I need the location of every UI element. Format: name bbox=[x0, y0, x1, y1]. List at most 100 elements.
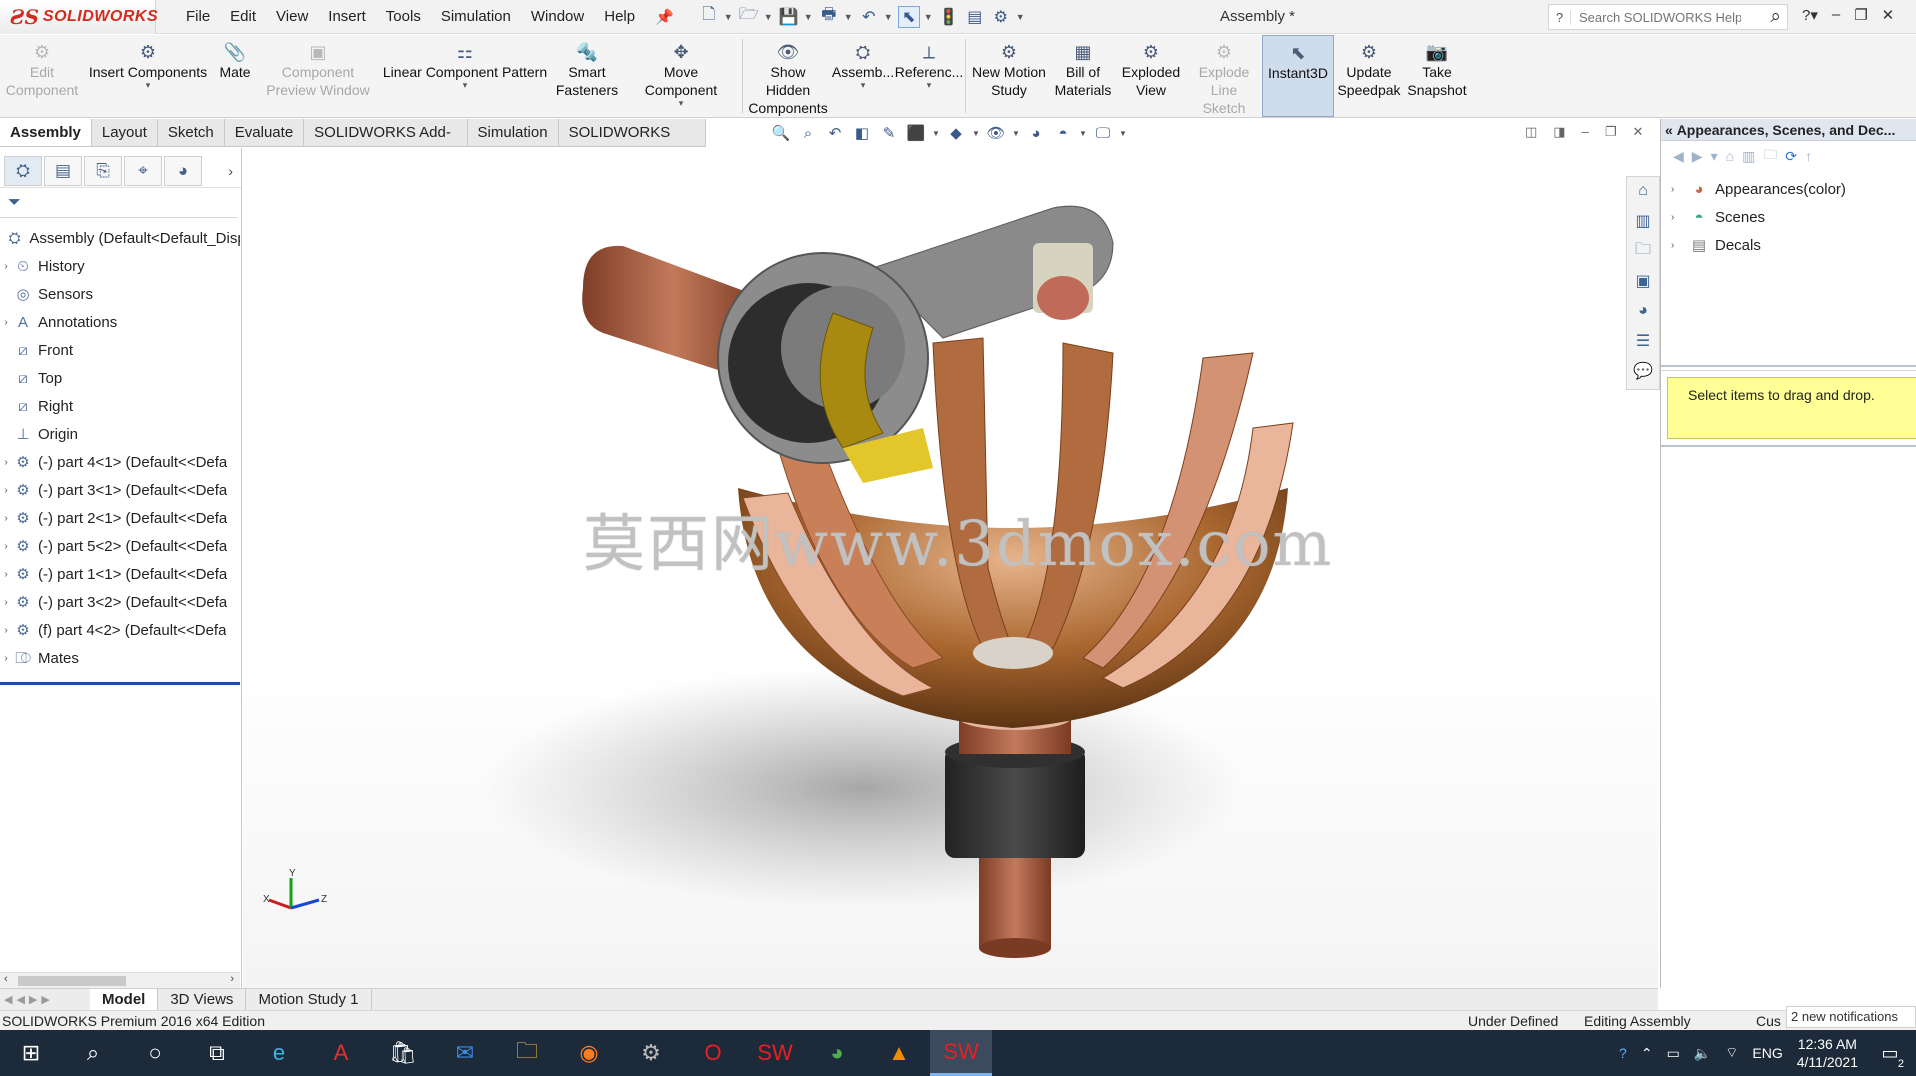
volume-icon[interactable]: 🔈 bbox=[1694, 1045, 1711, 1062]
options-dropdown-icon[interactable]: ▼ bbox=[1016, 12, 1026, 22]
open-folder-icon[interactable]: 🗁 bbox=[738, 6, 760, 28]
home-icon[interactable]: ⌂ bbox=[1726, 148, 1734, 164]
hide-show-dropdown-icon[interactable]: ▼ bbox=[1012, 129, 1020, 138]
mail-icon[interactable]: ✉ bbox=[434, 1030, 496, 1076]
file-explorer-icon[interactable]: 🗀 bbox=[1627, 237, 1659, 265]
tab-3d-views[interactable]: 3D Views bbox=[158, 989, 247, 1010]
edit-appearance-icon[interactable]: ◕ bbox=[1025, 122, 1047, 144]
search-icon[interactable]: ⌕ bbox=[1770, 6, 1787, 28]
undo-dropdown-icon[interactable]: ▼ bbox=[884, 12, 894, 22]
configuration-manager-icon[interactable]: ⎘ bbox=[84, 155, 122, 186]
acrobat-icon[interactable]: A bbox=[310, 1030, 372, 1076]
appearance-folder[interactable]: › ◕ Appearances(color) bbox=[1661, 175, 1916, 203]
insert-components-button[interactable]: ⚙ Insert Components ▾ bbox=[84, 35, 212, 117]
help-question-icon[interactable]: ? bbox=[1549, 9, 1571, 25]
tab-mbd[interactable]: SOLIDWORKS MBD bbox=[558, 119, 706, 168]
section-view-icon[interactable]: ◧ bbox=[851, 122, 873, 144]
tree-item-history[interactable]: › ⏲ History bbox=[0, 252, 240, 280]
tree-item-right-plane[interactable]: ⧄ Right bbox=[0, 392, 240, 420]
expand-arrow-icon[interactable]: › bbox=[0, 457, 12, 468]
exploded-view-button[interactable]: ⚙ Exploded View bbox=[1116, 35, 1186, 117]
action-center-icon[interactable]: ▭ 2 bbox=[1872, 1043, 1908, 1070]
linear-pattern-button[interactable]: ⚏ Linear Component Pattern ▾ bbox=[378, 35, 552, 117]
solidworks-active-icon[interactable]: SW bbox=[930, 1030, 992, 1076]
display-manager-icon[interactable]: ◕ bbox=[164, 155, 202, 186]
new-folder-icon[interactable]: 🗀 bbox=[1763, 144, 1777, 168]
history-dropdown-icon[interactable]: ▾ bbox=[1711, 148, 1718, 165]
tab-layout[interactable]: Layout bbox=[91, 119, 158, 146]
save-dropdown-icon[interactable]: ▼ bbox=[804, 12, 814, 22]
menu-file[interactable]: File bbox=[176, 8, 220, 25]
tab-evaluate[interactable]: Evaluate bbox=[224, 119, 305, 146]
menu-simulation[interactable]: Simulation bbox=[431, 8, 521, 25]
collapse-chevron-icon[interactable]: « bbox=[1665, 122, 1673, 138]
property-manager-icon[interactable]: ▤ bbox=[44, 155, 82, 186]
firefox-icon[interactable]: ◉ bbox=[558, 1030, 620, 1076]
decals-folder[interactable]: › ▤ Decals bbox=[1661, 231, 1916, 259]
help-tray-icon[interactable]: ? bbox=[1619, 1045, 1627, 1061]
assembly-features-button[interactable]: ⛭ Assemb... ▾ bbox=[831, 35, 895, 117]
tree-item-annotations[interactable]: › A Annotations bbox=[0, 308, 240, 336]
home-icon[interactable]: ⌂ bbox=[1627, 177, 1659, 205]
menu-help[interactable]: Help bbox=[594, 8, 645, 25]
add-folder-icon[interactable]: ▥ bbox=[1742, 148, 1755, 165]
linear-pattern-dropdown-icon[interactable]: ▾ bbox=[463, 81, 468, 90]
expand-arrow-icon[interactable]: › bbox=[0, 513, 12, 524]
mate-button[interactable]: 📎 Mate bbox=[212, 35, 258, 117]
tab-navigation-arrows[interactable]: ◀◀▶▶ bbox=[0, 993, 90, 1006]
menu-insert[interactable]: Insert bbox=[318, 8, 376, 25]
wifi-icon[interactable]: ⌔ bbox=[1725, 1044, 1738, 1062]
dynamic-annotation-icon[interactable]: ✎ bbox=[878, 122, 900, 144]
tree-item-part[interactable]: › ⚙ (-) part 1<1> (Default<<Defa bbox=[0, 560, 240, 588]
expand-arrow-icon[interactable]: › bbox=[0, 597, 12, 608]
battery-icon[interactable]: ▭ bbox=[1667, 1045, 1680, 1062]
insert-components-dropdown-icon[interactable]: ▾ bbox=[146, 81, 151, 90]
tree-item-mates[interactable]: › ⎄ Mates bbox=[0, 644, 240, 672]
tree-item-part[interactable]: › ⚙ (f) part 4<2> (Default<<Defa bbox=[0, 616, 240, 644]
clock[interactable]: 12:36 AM 4/11/2021 bbox=[1797, 1035, 1858, 1071]
take-snapshot-button[interactable]: 📷 Take Snapshot bbox=[1404, 35, 1470, 117]
display-style-icon[interactable]: ◆ bbox=[945, 122, 967, 144]
help-search-input[interactable] bbox=[1571, 9, 1741, 25]
task-view-icon[interactable]: ⧉ bbox=[186, 1030, 248, 1076]
view-settings-dropdown-icon[interactable]: ▼ bbox=[1119, 129, 1127, 138]
back-icon[interactable]: ◀ bbox=[1673, 148, 1684, 165]
close-icon[interactable]: ✕ bbox=[1882, 6, 1895, 24]
previous-view-icon[interactable]: ↶ bbox=[824, 122, 846, 144]
help-dropdown-icon[interactable]: ?▾ bbox=[1802, 6, 1818, 24]
up-icon[interactable]: ↑ bbox=[1805, 148, 1812, 164]
tree-item-part[interactable]: › ⚙ (-) part 5<2> (Default<<Defa bbox=[0, 532, 240, 560]
tree-item-part[interactable]: › ⚙ (-) part 3<1> (Default<<Defa bbox=[0, 476, 240, 504]
update-speedpak-button[interactable]: ⚙ Update Speedpak bbox=[1334, 35, 1404, 117]
expand-arrow-icon[interactable]: › bbox=[1671, 212, 1687, 223]
solidworks-taskbar-icon[interactable]: SW bbox=[744, 1030, 806, 1076]
dimxpert-icon[interactable]: ⌖ bbox=[124, 155, 162, 186]
scroll-left-icon[interactable]: ‹ bbox=[4, 973, 8, 985]
options-gear-icon[interactable]: ⚙ bbox=[990, 6, 1012, 28]
expand-arrow-icon[interactable]: › bbox=[1671, 240, 1687, 251]
chevron-up-icon[interactable]: ⌃ bbox=[1641, 1045, 1653, 1062]
tree-item-front-plane[interactable]: ⧄ Front bbox=[0, 336, 240, 364]
open-dropdown-icon[interactable]: ▼ bbox=[764, 12, 774, 22]
appearances-icon[interactable]: ◕ bbox=[1627, 297, 1659, 325]
expand-arrow-icon[interactable]: › bbox=[0, 625, 12, 636]
edge-browser-icon[interactable]: e bbox=[248, 1030, 310, 1076]
new-motion-study-button[interactable]: ⚙ New Motion Study bbox=[968, 35, 1050, 117]
task-pane-splitter[interactable] bbox=[1661, 445, 1916, 451]
app-gear-icon[interactable]: ⚙ bbox=[620, 1030, 682, 1076]
assembly-features-dropdown-icon[interactable]: ▾ bbox=[861, 81, 866, 90]
minimize-icon[interactable]: – bbox=[1832, 6, 1840, 24]
display-style-dropdown-icon[interactable]: ▼ bbox=[972, 129, 980, 138]
new-dropdown-icon[interactable]: ▼ bbox=[724, 12, 734, 22]
undo-icon[interactable]: ↶ bbox=[858, 6, 880, 28]
new-document-icon[interactable]: 🗋 bbox=[698, 6, 720, 28]
tree-item-part[interactable]: › ⚙ (-) part 3<2> (Default<<Defa bbox=[0, 588, 240, 616]
menu-view[interactable]: View bbox=[266, 8, 318, 25]
tab-sketch[interactable]: Sketch bbox=[157, 119, 225, 146]
apply-scene-icon[interactable]: ◓ bbox=[1052, 122, 1074, 144]
store-icon[interactable]: 🛍 bbox=[372, 1030, 434, 1076]
tree-item-origin[interactable]: ⊥ Origin bbox=[0, 420, 240, 448]
zoom-to-area-icon[interactable]: ⌕ bbox=[797, 122, 819, 144]
expand-arrow-icon[interactable]: › bbox=[0, 317, 12, 328]
windows-start-icon[interactable]: ⊞ bbox=[0, 1030, 62, 1076]
